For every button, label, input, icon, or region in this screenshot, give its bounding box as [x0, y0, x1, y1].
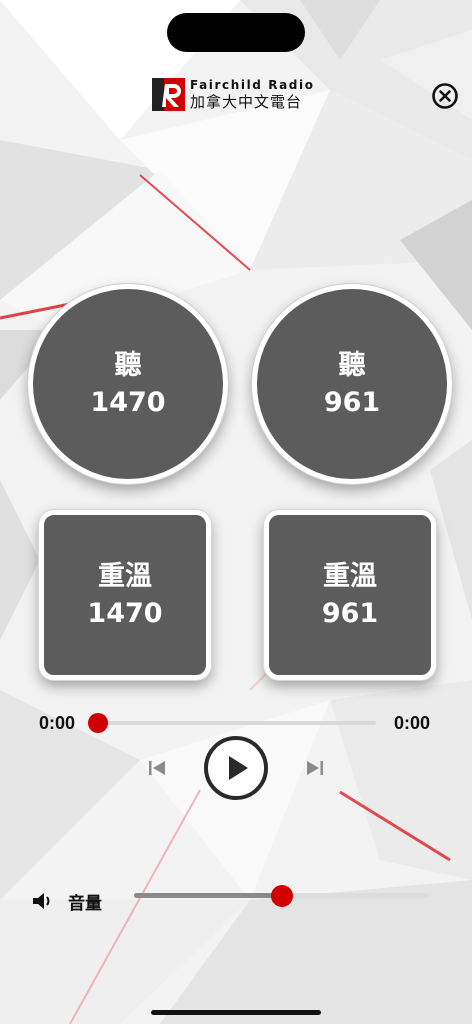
replay-961-button[interactable]: 重溫 961 [264, 510, 436, 680]
listen-label: 聽 [114, 350, 142, 381]
play-icon [229, 756, 248, 780]
replay-label: 重溫 [323, 561, 377, 592]
volume-slider-fill [134, 893, 282, 898]
station-number: 1470 [87, 598, 163, 629]
next-button[interactable] [304, 757, 326, 779]
station-number: 961 [323, 387, 381, 418]
brand-name-english: Fairchild Radio [190, 78, 315, 92]
home-indicator [151, 1010, 321, 1015]
skip-previous-icon [149, 761, 165, 775]
speaker-icon [33, 893, 50, 909]
station-number: 961 [321, 598, 379, 629]
duration-time: 0:00 [394, 713, 431, 733]
play-button[interactable] [204, 736, 268, 800]
previous-button[interactable] [146, 757, 168, 779]
listen-961-button[interactable]: 聽 961 [252, 284, 452, 484]
listen-1470-button[interactable]: 聽 1470 [28, 284, 228, 484]
brand-name-chinese: 加拿大中文電台 [190, 93, 303, 111]
brand-logo: Fairchild Radio 加拿大中文電台 [152, 78, 315, 111]
progress-slider-track[interactable] [95, 721, 376, 725]
progress-slider-thumb[interactable] [88, 713, 108, 733]
volume-slider-thumb[interactable] [270, 885, 293, 907]
station-number: 1470 [90, 387, 166, 418]
skip-next-icon [307, 761, 323, 775]
volume-label: 音量 [68, 894, 102, 914]
listen-label: 聽 [338, 350, 366, 381]
close-circle-icon [432, 83, 458, 109]
dynamic-island [167, 13, 305, 52]
replay-label: 重溫 [98, 561, 152, 592]
fairchild-logo-mark [152, 78, 185, 111]
close-button[interactable] [431, 82, 459, 110]
elapsed-time: 0:00 [39, 713, 76, 733]
replay-1470-button[interactable]: 重溫 1470 [39, 510, 211, 680]
